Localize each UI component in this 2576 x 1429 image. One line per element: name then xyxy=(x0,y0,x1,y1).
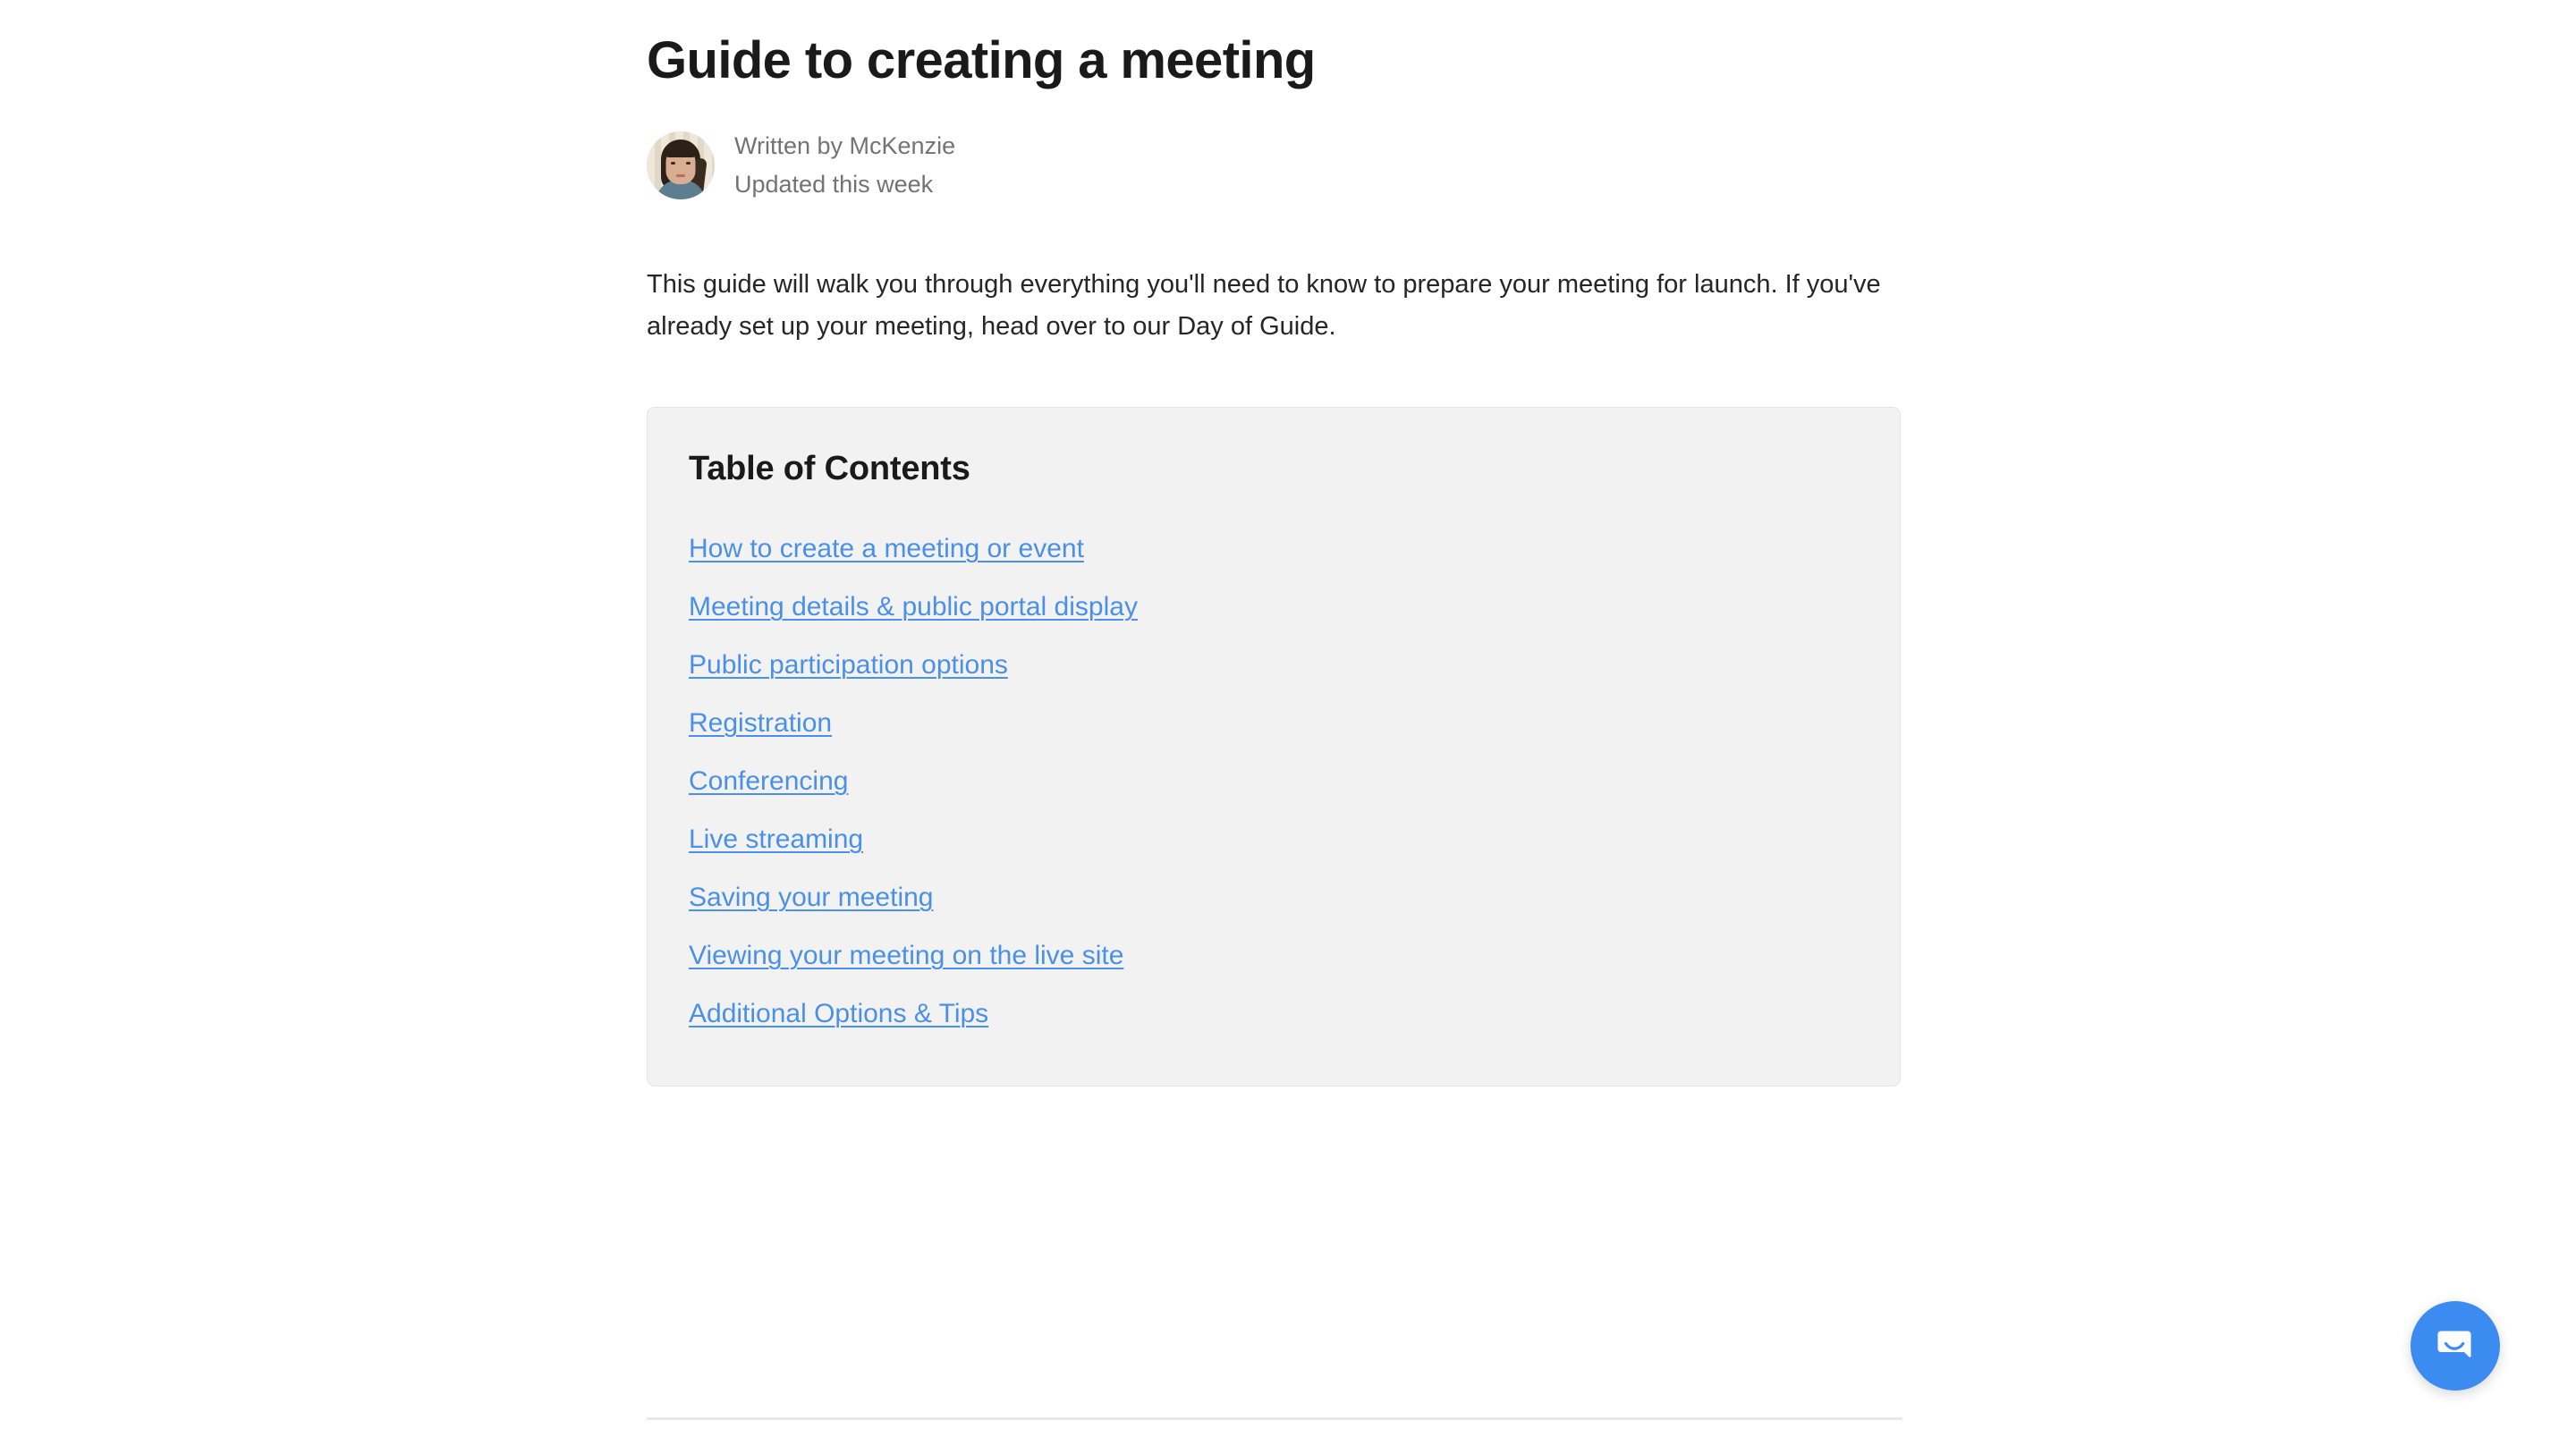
toc-link-conferencing[interactable]: Conferencing xyxy=(689,752,848,810)
list-item: Additional Options & Tips xyxy=(689,985,1859,1043)
list-item: Meeting details & public portal display xyxy=(689,578,1859,636)
table-of-contents-card: Table of Contents How to create a meetin… xyxy=(647,407,1901,1087)
table-of-contents-list: How to create a meeting or event Meeting… xyxy=(689,520,1859,1043)
toc-link-viewing-your-meeting-on-the-live-site[interactable]: Viewing your meeting on the live site xyxy=(689,926,1123,985)
article-body: Guide to creating a meeting Written by M… xyxy=(647,0,1902,1087)
updated-label: Updated this week xyxy=(734,170,934,198)
avatar xyxy=(647,131,715,199)
toc-link-additional-options-tips[interactable]: Additional Options & Tips xyxy=(689,985,988,1043)
toc-link-registration[interactable]: Registration xyxy=(689,694,832,752)
list-item: Registration xyxy=(689,694,1859,752)
intercom-chat-bubble-icon xyxy=(2432,1323,2479,1369)
toc-link-live-streaming[interactable]: Live streaming xyxy=(689,810,863,868)
list-item: How to create a meeting or event xyxy=(689,520,1859,578)
page-title: Guide to creating a meeting xyxy=(647,31,1316,89)
list-item: Conferencing xyxy=(689,752,1859,810)
author-byline: Written by McKenzie Updated this week xyxy=(647,129,1902,201)
intercom-messenger-button[interactable] xyxy=(2411,1301,2500,1391)
toc-link-public-participation-options[interactable]: Public participation options xyxy=(689,636,1008,694)
content-divider xyxy=(647,1417,1902,1420)
toc-link-saving-your-meeting[interactable]: Saving your meeting xyxy=(689,868,934,926)
intro-paragraph: This guide will walk you through everyth… xyxy=(647,270,1881,342)
table-of-contents-heading: Table of Contents xyxy=(689,450,970,488)
author-meta: Written by McKenzie Updated this week xyxy=(734,129,955,201)
toc-link-meeting-details-public-portal-display[interactable]: Meeting details & public portal display xyxy=(689,578,1138,636)
list-item: Viewing your meeting on the live site xyxy=(689,926,1859,985)
help-center-article-page: Guide to creating a meeting Written by M… xyxy=(0,0,2576,1429)
list-item: Public participation options xyxy=(689,636,1859,694)
list-item: Live streaming xyxy=(689,810,1859,868)
author-name-label: Written by McKenzie xyxy=(734,132,956,160)
list-item: Saving your meeting xyxy=(689,868,1859,926)
toc-link-how-to-create-a-meeting-or-event[interactable]: How to create a meeting or event xyxy=(689,520,1084,578)
